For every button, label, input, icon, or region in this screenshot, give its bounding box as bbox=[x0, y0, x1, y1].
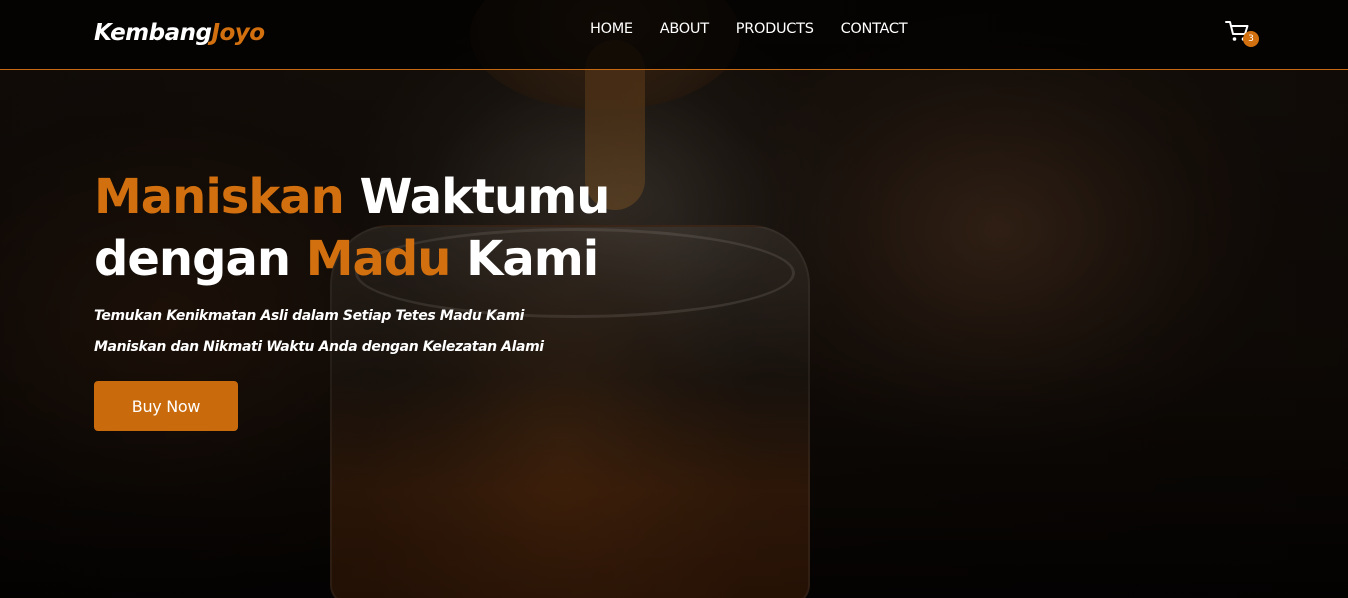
cart-button[interactable]: 3 bbox=[1224, 18, 1262, 50]
nav-products[interactable]: PRODUCTS bbox=[736, 21, 814, 37]
hero-subtitle: Temukan Kenikmatan Asli dalam Setiap Tet… bbox=[94, 301, 609, 363]
buy-now-button[interactable]: Buy Now bbox=[94, 381, 238, 431]
hero-headline: Maniskan Waktumu dengan Madu Kami bbox=[94, 166, 611, 290]
brand-name-part1: Kembang bbox=[94, 20, 212, 46]
navbar: KembangJoyo HOME ABOUT PRODUCTS CONTACT … bbox=[0, 0, 1348, 70]
hero-section: KembangJoyo HOME ABOUT PRODUCTS CONTACT … bbox=[0, 0, 1348, 598]
subtitle-line-2: Maniskan dan Nikmati Waktu Anda dengan K… bbox=[94, 339, 544, 355]
nav-contact[interactable]: CONTACT bbox=[841, 21, 908, 37]
subtitle-line-1: Temukan Kenikmatan Asli dalam Setiap Tet… bbox=[94, 308, 525, 324]
hero-content: Maniskan Waktumu dengan Madu Kami Temuka… bbox=[94, 166, 611, 431]
nav-links: HOME ABOUT PRODUCTS CONTACT bbox=[590, 21, 908, 37]
brand-name-part2: Joyo bbox=[211, 20, 265, 46]
cart-count-badge: 3 bbox=[1243, 31, 1259, 47]
headline-accent-1: Maniskan bbox=[94, 169, 345, 225]
headline-text-2: dengan bbox=[94, 231, 306, 287]
headline-text-1: Waktumu bbox=[343, 169, 611, 225]
nav-about[interactable]: ABOUT bbox=[660, 21, 709, 37]
brand-logo[interactable]: KembangJoyo bbox=[94, 20, 265, 46]
headline-accent-2: Madu bbox=[305, 231, 452, 287]
nav-home[interactable]: HOME bbox=[590, 21, 633, 37]
headline-text-3: Kami bbox=[450, 231, 599, 287]
